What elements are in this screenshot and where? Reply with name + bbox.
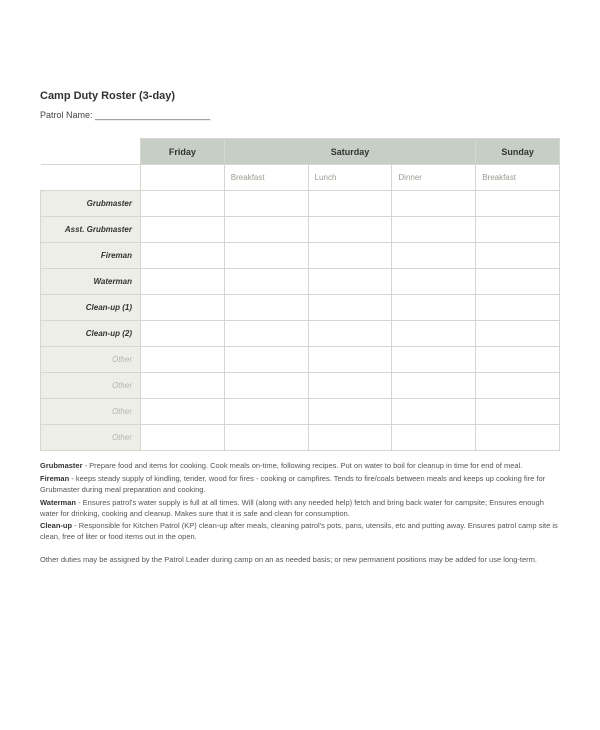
col-sat-lunch: Lunch bbox=[308, 165, 392, 191]
cell[interactable] bbox=[141, 295, 225, 321]
cell[interactable] bbox=[224, 269, 308, 295]
cell[interactable] bbox=[308, 399, 392, 425]
cell[interactable] bbox=[141, 399, 225, 425]
header-blank bbox=[41, 139, 141, 165]
cell[interactable] bbox=[308, 425, 392, 451]
cell[interactable] bbox=[476, 295, 560, 321]
col-sat-breakfast: Breakfast bbox=[224, 165, 308, 191]
row-other: Other bbox=[41, 399, 141, 425]
cell[interactable] bbox=[308, 321, 392, 347]
cell[interactable] bbox=[224, 347, 308, 373]
role-name: Fireman bbox=[40, 474, 69, 483]
cell[interactable] bbox=[141, 425, 225, 451]
cell[interactable] bbox=[476, 399, 560, 425]
row-other: Other bbox=[41, 425, 141, 451]
cell[interactable] bbox=[392, 217, 476, 243]
table-row: Fireman bbox=[41, 243, 560, 269]
desc-waterman: Waterman - Ensures patrol's water supply… bbox=[40, 498, 560, 520]
cell[interactable] bbox=[141, 217, 225, 243]
cell[interactable] bbox=[224, 191, 308, 217]
cell[interactable] bbox=[141, 243, 225, 269]
col-sat-dinner: Dinner bbox=[392, 165, 476, 191]
cell[interactable] bbox=[308, 191, 392, 217]
desc-cleanup: Clean-up - Responsible for Kitchen Patro… bbox=[40, 521, 560, 543]
role-name: Waterman bbox=[40, 498, 76, 507]
cell[interactable] bbox=[308, 347, 392, 373]
row-cleanup-1: Clean-up (1) bbox=[41, 295, 141, 321]
cell[interactable] bbox=[141, 373, 225, 399]
subheader-blank-1 bbox=[41, 165, 141, 191]
role-name: Clean-up bbox=[40, 521, 72, 530]
role-text: - Prepare food and items for cooking. Co… bbox=[83, 461, 523, 470]
patrol-name-field[interactable]: Patrol Name: _______________________ bbox=[40, 110, 560, 120]
role-descriptions: Grubmaster - Prepare food and items for … bbox=[40, 461, 560, 543]
cell[interactable] bbox=[308, 295, 392, 321]
cell[interactable] bbox=[476, 269, 560, 295]
table-row: Other bbox=[41, 399, 560, 425]
row-cleanup-2: Clean-up (2) bbox=[41, 321, 141, 347]
desc-grubmaster: Grubmaster - Prepare food and items for … bbox=[40, 461, 560, 472]
cell[interactable] bbox=[392, 399, 476, 425]
row-asst-grubmaster: Asst. Grubmaster bbox=[41, 217, 141, 243]
role-text: - Ensures patrol's water supply is full … bbox=[40, 498, 544, 518]
row-fireman: Fireman bbox=[41, 243, 141, 269]
col-sun-breakfast: Breakfast bbox=[476, 165, 560, 191]
cell[interactable] bbox=[476, 425, 560, 451]
cell[interactable] bbox=[224, 295, 308, 321]
cell[interactable] bbox=[392, 425, 476, 451]
col-friday: Friday bbox=[141, 139, 225, 165]
footer-note: Other duties may be assigned by the Patr… bbox=[40, 555, 560, 566]
table-row: Other bbox=[41, 425, 560, 451]
roster-table: Friday Saturday Sunday Breakfast Lunch D… bbox=[40, 138, 560, 451]
row-other: Other bbox=[41, 373, 141, 399]
table-row: Waterman bbox=[41, 269, 560, 295]
desc-fireman: Fireman - keeps steady supply of kindlin… bbox=[40, 474, 560, 496]
table-row: Clean-up (1) bbox=[41, 295, 560, 321]
cell[interactable] bbox=[392, 295, 476, 321]
table-row: Clean-up (2) bbox=[41, 321, 560, 347]
table-row: Grubmaster bbox=[41, 191, 560, 217]
cell[interactable] bbox=[224, 243, 308, 269]
cell[interactable] bbox=[308, 243, 392, 269]
cell[interactable] bbox=[224, 217, 308, 243]
cell[interactable] bbox=[476, 373, 560, 399]
cell[interactable] bbox=[392, 321, 476, 347]
cell[interactable] bbox=[308, 373, 392, 399]
cell[interactable] bbox=[141, 321, 225, 347]
page-title: Camp Duty Roster (3-day) bbox=[40, 90, 560, 102]
cell[interactable] bbox=[476, 347, 560, 373]
cell[interactable] bbox=[141, 347, 225, 373]
cell[interactable] bbox=[308, 269, 392, 295]
cell[interactable] bbox=[224, 321, 308, 347]
subheader-blank-2 bbox=[141, 165, 225, 191]
cell[interactable] bbox=[224, 373, 308, 399]
cell[interactable] bbox=[392, 269, 476, 295]
cell[interactable] bbox=[392, 373, 476, 399]
cell[interactable] bbox=[392, 191, 476, 217]
cell[interactable] bbox=[476, 217, 560, 243]
col-saturday: Saturday bbox=[224, 139, 475, 165]
cell[interactable] bbox=[224, 399, 308, 425]
role-text: - Responsible for Kitchen Patrol (KP) cl… bbox=[40, 521, 558, 541]
cell[interactable] bbox=[476, 191, 560, 217]
table-row: Other bbox=[41, 373, 560, 399]
cell[interactable] bbox=[224, 425, 308, 451]
cell[interactable] bbox=[476, 243, 560, 269]
role-name: Grubmaster bbox=[40, 461, 83, 470]
row-grubmaster: Grubmaster bbox=[41, 191, 141, 217]
cell[interactable] bbox=[141, 269, 225, 295]
cell[interactable] bbox=[476, 321, 560, 347]
row-other: Other bbox=[41, 347, 141, 373]
table-row: Asst. Grubmaster bbox=[41, 217, 560, 243]
cell[interactable] bbox=[141, 191, 225, 217]
cell[interactable] bbox=[392, 347, 476, 373]
col-sunday: Sunday bbox=[476, 139, 560, 165]
role-text: - keeps steady supply of kindling, tende… bbox=[40, 474, 545, 494]
row-waterman: Waterman bbox=[41, 269, 141, 295]
cell[interactable] bbox=[308, 217, 392, 243]
table-row: Other bbox=[41, 347, 560, 373]
cell[interactable] bbox=[392, 243, 476, 269]
